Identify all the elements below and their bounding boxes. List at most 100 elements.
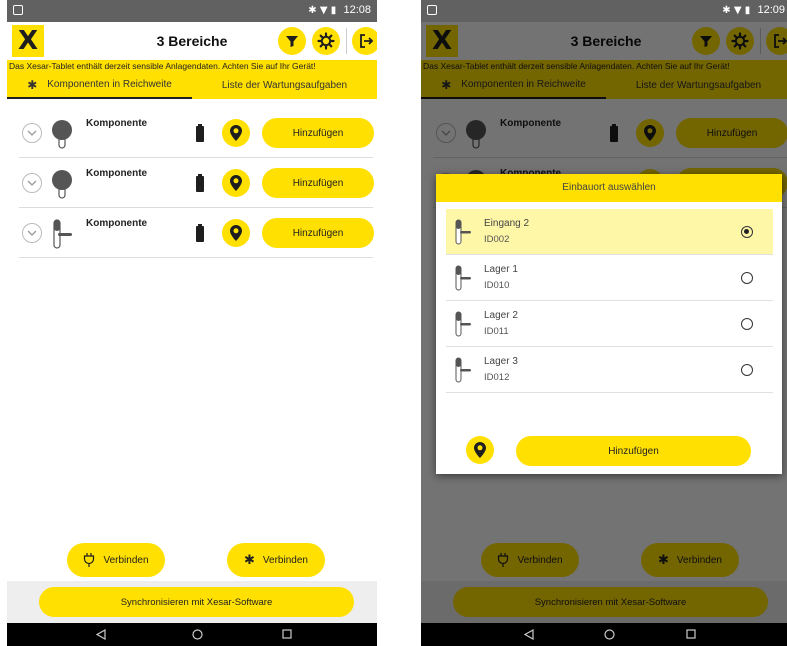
radio-button-selected[interactable] <box>741 226 753 238</box>
status-time: 12:09 <box>757 4 785 16</box>
battery-icon: ▮ <box>330 5 337 16</box>
home-button[interactable] <box>601 626 617 642</box>
location-button[interactable] <box>222 169 250 197</box>
door-handle-icon <box>455 357 471 383</box>
installation-location-dialog: Einbauort auswählen Eingang 2 ID002 Lage… <box>436 174 782 474</box>
chevron-down-icon <box>27 230 37 236</box>
recents-button[interactable] <box>279 626 295 642</box>
status-icons: ✱ ▼ ▮ 12:09 <box>722 4 785 16</box>
tab-maintenance-list[interactable]: Liste der Wartungsaufgaben <box>192 72 377 99</box>
battery-level-icon <box>196 224 204 242</box>
location-name: Lager 2 <box>484 310 518 321</box>
back-button[interactable] <box>93 626 109 642</box>
recents-button[interactable] <box>683 626 699 642</box>
header-divider <box>346 28 347 54</box>
home-button[interactable] <box>189 626 205 642</box>
status-time: 12:08 <box>343 4 371 16</box>
back-button[interactable] <box>521 626 537 642</box>
battery-icon: ▮ <box>744 5 751 16</box>
location-id: ID010 <box>484 280 510 291</box>
right-screen: ✱ ▼ ▮ 12:09 X 3 Bereiche <box>421 0 787 646</box>
radio-button[interactable] <box>741 318 753 330</box>
location-name: Eingang 2 <box>484 218 530 229</box>
filter-icon <box>286 36 298 47</box>
location-button[interactable] <box>466 436 494 464</box>
connect-bluetooth-button[interactable]: ✱ Verbinden <box>227 543 325 577</box>
chevron-down-icon <box>27 130 37 136</box>
radio-button[interactable] <box>741 364 753 376</box>
location-option-item[interactable]: Lager 2 ID011 <box>446 301 773 347</box>
bluetooth-icon: ✱ <box>27 77 38 92</box>
component-row: Komponente Hinzufügen <box>19 208 374 258</box>
recents-icon <box>686 629 696 639</box>
dialog-title: Einbauort auswählen <box>436 174 782 202</box>
location-button[interactable] <box>222 119 250 147</box>
battery-level-icon <box>196 174 204 192</box>
chevron-down-icon <box>27 180 37 186</box>
settings-button[interactable] <box>312 27 340 55</box>
location-id: ID002 <box>484 234 510 245</box>
tab-bar: ✱ Komponenten in Reichweite Liste der Wa… <box>7 72 377 99</box>
connect-label: Verbinden <box>103 554 149 566</box>
battery-level-icon <box>196 124 204 142</box>
map-pin-icon <box>230 225 242 241</box>
expand-button[interactable] <box>22 173 42 193</box>
door-handle-icon <box>455 311 471 337</box>
bluetooth-icon: ✱ <box>308 5 317 16</box>
location-name: Lager 1 <box>484 264 518 275</box>
door-handle-icon <box>455 219 471 245</box>
home-icon <box>191 628 203 640</box>
dialog-add-button[interactable]: Hinzufügen <box>516 436 751 466</box>
gear-icon <box>317 32 335 50</box>
app-bar: X 3 Bereiche <box>7 22 377 60</box>
component-row: Komponente Hinzufügen <box>19 158 374 208</box>
wifi-icon: ▼ <box>319 5 328 16</box>
tab-components-in-range[interactable]: ✱ Komponenten in Reichweite <box>7 72 192 99</box>
footer: Synchronisieren mit Xesar-Software <box>7 581 377 623</box>
back-icon <box>96 628 106 640</box>
logout-icon <box>360 34 374 48</box>
radio-button[interactable] <box>741 272 753 284</box>
component-row: Komponente Hinzufügen <box>19 108 374 158</box>
bluetooth-icon: ✱ <box>244 552 255 568</box>
expand-button[interactable] <box>22 223 42 243</box>
tab-label: Liste der Wartungsaufgaben <box>221 80 348 91</box>
map-pin-icon <box>230 125 242 141</box>
component-label: Komponente <box>86 118 148 129</box>
logout-button[interactable] <box>352 27 377 55</box>
door-handle-icon <box>53 219 72 249</box>
recents-icon <box>282 629 292 639</box>
cylinder-icon <box>52 170 72 199</box>
back-icon <box>524 628 534 640</box>
map-pin-icon <box>230 175 242 191</box>
add-component-button[interactable]: Hinzufügen <box>262 168 374 198</box>
bluetooth-icon: ✱ <box>722 5 731 16</box>
security-warning-banner: Das Xesar-Tablet enthält derzeit sensibl… <box>7 60 377 72</box>
location-option-item[interactable]: Eingang 2 ID002 <box>446 209 773 255</box>
plug-icon <box>84 553 95 567</box>
status-icons: ✱ ▼ ▮ 12:08 <box>308 4 371 16</box>
filter-button[interactable] <box>278 27 306 55</box>
home-icon <box>603 628 615 640</box>
component-label: Komponente <box>86 218 148 229</box>
status-bar: ✱ ▼ ▮ 12:09 <box>421 0 787 22</box>
sync-button[interactable]: Synchronisieren mit Xesar-Software <box>39 587 354 617</box>
cylinder-icon <box>52 120 72 149</box>
notification-icon <box>427 5 437 15</box>
location-name: Lager 3 <box>484 356 518 367</box>
android-nav-bar <box>7 623 377 646</box>
tab-label: Komponenten in Reichweite <box>47 79 172 90</box>
notification-icon <box>13 5 23 15</box>
component-label: Komponente <box>86 168 148 179</box>
location-id: ID012 <box>484 372 510 383</box>
status-bar: ✱ ▼ ▮ 12:08 <box>7 0 377 22</box>
location-option-item[interactable]: Lager 3 ID012 <box>446 347 773 393</box>
door-handle-icon <box>455 265 471 291</box>
connect-usb-button[interactable]: Verbinden <box>67 543 165 577</box>
add-component-button[interactable]: Hinzufügen <box>262 218 374 248</box>
location-option-item[interactable]: Lager 1 ID010 <box>446 255 773 301</box>
map-pin-icon <box>474 442 486 458</box>
location-button[interactable] <box>222 219 250 247</box>
add-component-button[interactable]: Hinzufügen <box>262 118 374 148</box>
expand-button[interactable] <box>22 123 42 143</box>
